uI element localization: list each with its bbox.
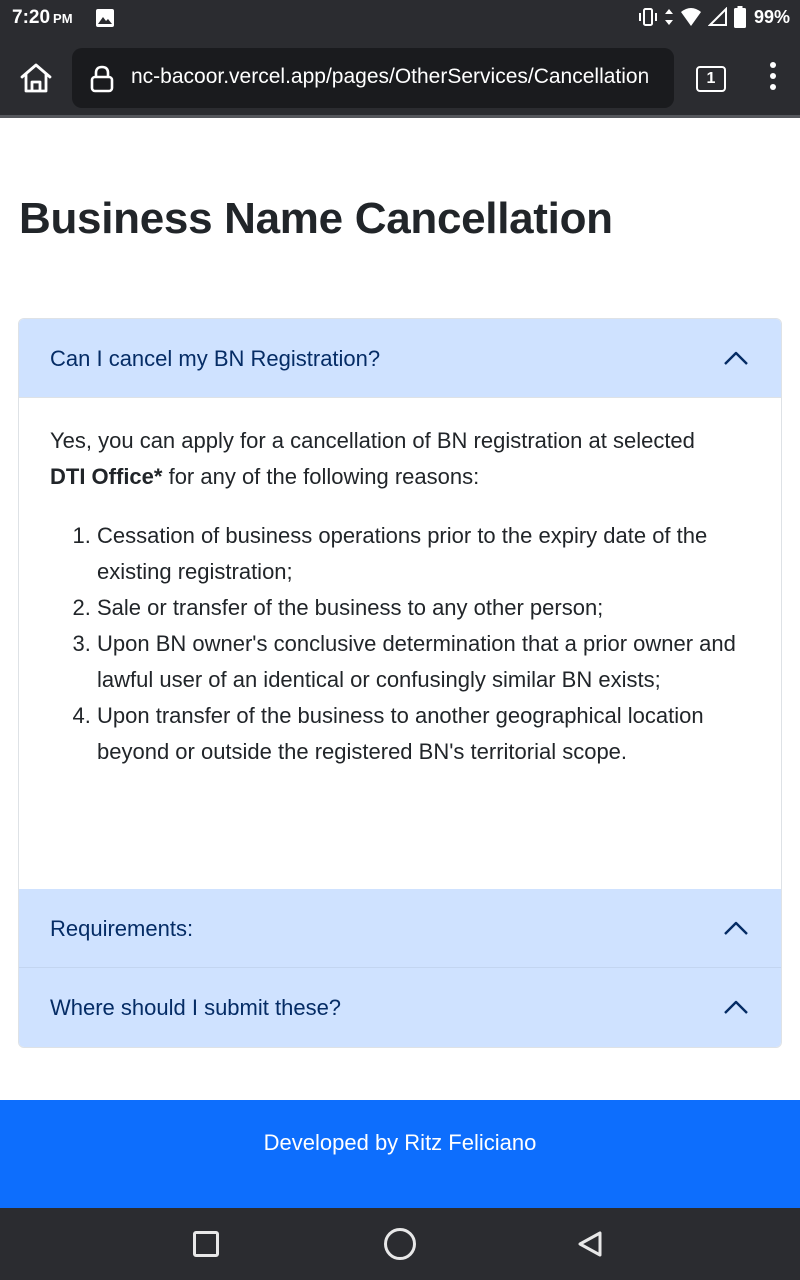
back-icon[interactable] [577,1230,603,1258]
recents-icon[interactable] [193,1231,219,1257]
chevron-up-icon [724,1000,748,1014]
footer-text: Developed by Ritz Feliciano [263,1130,537,1155]
accordion-body-cancel: Yes, you can apply for a cancellation of… [19,398,781,890]
list-item: Cessation of business operations prior t… [97,518,757,590]
faq-accordion: Can I cancel my BN Registration? Yes, yo… [18,318,782,1048]
chevron-up-icon [724,351,748,365]
accordion-intro: Yes, you can apply for a cancellation of… [50,428,695,489]
dti-office-label: DTI Office* [50,464,163,489]
browser-toolbar: nc-bacoor.vercel.app/pages/OtherServices… [0,36,800,118]
accordion-header-requirements[interactable]: Requirements: [19,889,781,968]
status-ampm: PM [53,11,73,26]
accordion-header-cancel[interactable]: Can I cancel my BN Registration? [19,319,781,398]
more-vert-icon[interactable] [766,62,780,96]
accordion-header-submit[interactable]: Where should I submit these? [19,968,781,1047]
status-bar: 7:20 PM 99% [0,0,800,36]
list-item: Upon BN owner's conclusive determination… [97,626,757,698]
home-nav-icon[interactable] [384,1228,416,1260]
data-arrows-icon [664,9,673,25]
vibrate-icon [638,8,657,26]
wifi-icon [680,8,701,26]
accordion-title: Where should I submit these? [50,995,342,1020]
page-title: Business Name Cancellation [19,194,613,243]
chevron-up-icon [724,921,748,935]
address-bar[interactable]: nc-bacoor.vercel.app/pages/OtherServices… [72,48,674,108]
list-item: Sale or transfer of the business to any … [97,590,757,626]
list-item: Upon transfer of the business to another… [97,698,757,770]
status-icons: 99% [638,6,790,28]
accordion-title: Requirements: [50,916,194,941]
lock-icon[interactable] [89,65,115,93]
home-icon[interactable] [19,62,53,94]
battery-percent: 99% [753,6,790,27]
url-fade [644,48,674,108]
battery-icon [733,6,746,28]
reasons-list: Cessation of business operations prior t… [97,518,757,770]
status-time: 7:20 PM [12,7,73,28]
tab-switcher-button[interactable]: 1 [696,66,726,92]
system-navigation-bar [0,1208,800,1280]
accordion-title: Can I cancel my BN Registration? [50,346,381,371]
url-text[interactable]: nc-bacoor.vercel.app/pages/OtherServices… [131,65,649,89]
footer: Developed by Ritz Feliciano [0,1100,800,1208]
gallery-icon [96,9,114,27]
signal-icon [707,7,727,26]
